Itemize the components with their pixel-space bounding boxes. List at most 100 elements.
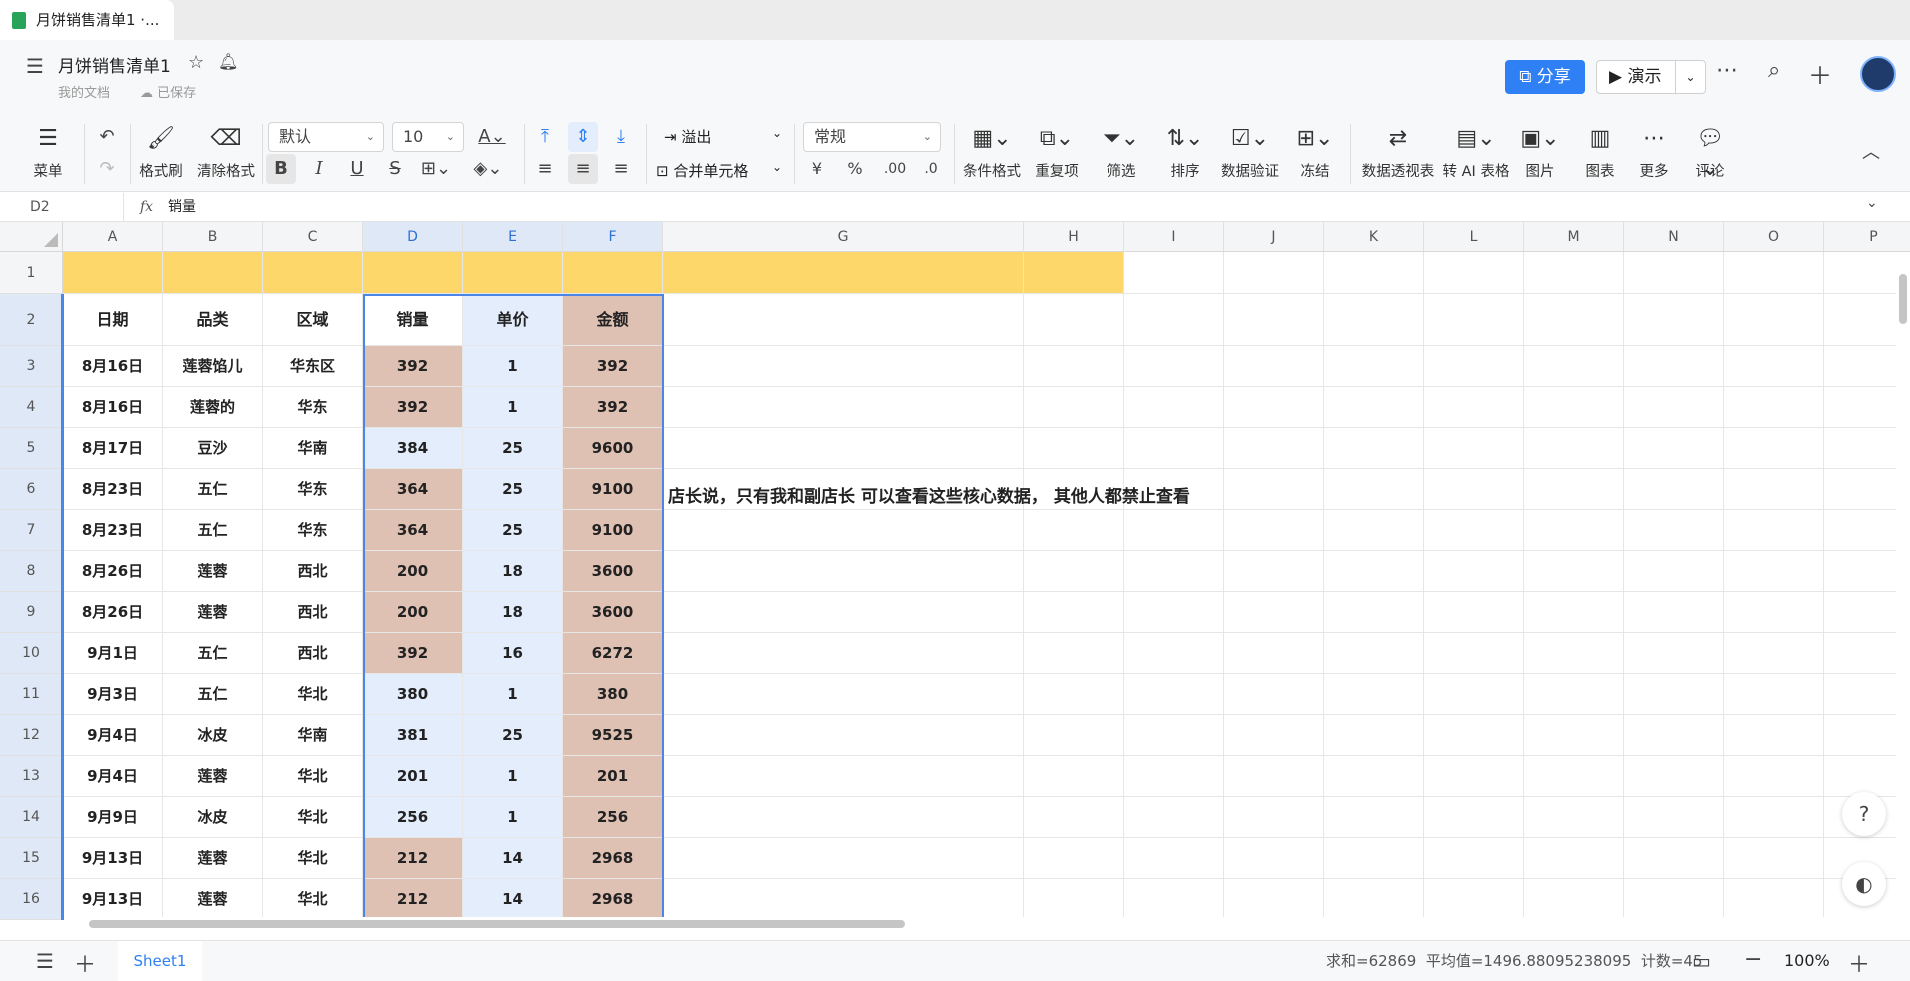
table-cell[interactable]	[1624, 294, 1724, 346]
align-middle-icon[interactable]: ⇕	[568, 122, 598, 152]
table-cell[interactable]	[1124, 294, 1224, 346]
table-cell[interactable]	[1624, 879, 1724, 920]
border-icon[interactable]: ⊞⌄	[416, 154, 456, 184]
table-cell[interactable]	[1124, 633, 1224, 674]
row-header[interactable]: 14	[0, 797, 63, 838]
table-cell[interactable]	[1224, 387, 1324, 428]
table-cell[interactable]	[1124, 551, 1224, 592]
table-cell[interactable]	[1024, 674, 1124, 715]
row-header[interactable]: 5	[0, 428, 63, 469]
column-header-h[interactable]: H	[1024, 222, 1124, 252]
table-cell[interactable]	[1024, 879, 1124, 920]
table-cell[interactable]	[1324, 715, 1424, 756]
italic-icon[interactable]: I	[304, 154, 334, 184]
table-cell[interactable]	[1724, 252, 1824, 294]
table-cell[interactable]	[163, 252, 263, 294]
font-color-icon[interactable]: A⌄	[472, 122, 512, 152]
table-cell[interactable]	[663, 674, 1024, 715]
search-icon[interactable]: ⌕	[1768, 58, 1780, 83]
table-cell[interactable]	[1124, 756, 1224, 797]
table-cell[interactable]	[1424, 252, 1524, 294]
clear-format-button[interactable]: ⌫ 清除格式	[196, 118, 256, 192]
table-cell[interactable]	[1624, 756, 1724, 797]
column-header-e[interactable]: E	[463, 222, 563, 252]
table-cell[interactable]	[1724, 592, 1824, 633]
row-header[interactable]: 12	[0, 715, 63, 756]
row-header[interactable]: 16	[0, 879, 63, 920]
table-cell[interactable]: 8月17日	[63, 428, 163, 469]
table-cell[interactable]	[663, 633, 1024, 674]
fill-color-icon[interactable]: ◈⌄	[468, 154, 508, 184]
table-cell[interactable]: 9月9日	[63, 797, 163, 838]
zoom-level[interactable]: 100%	[1784, 941, 1830, 981]
row-header[interactable]: 4	[0, 387, 63, 428]
avatar[interactable]	[1860, 56, 1896, 92]
table-cell[interactable]	[1324, 633, 1424, 674]
table-cell[interactable]	[1424, 469, 1524, 510]
table-cell[interactable]: 区域	[263, 294, 363, 346]
column-header-o[interactable]: O	[1724, 222, 1824, 252]
duplicates-button[interactable]: ⧉⌄ 重复项	[1030, 118, 1084, 192]
table-cell[interactable]	[1224, 294, 1324, 346]
table-cell[interactable]: 华东区	[263, 346, 363, 387]
table-cell[interactable]	[1024, 797, 1124, 838]
bold-icon[interactable]: B	[266, 154, 296, 184]
table-cell[interactable]: 8月26日	[63, 551, 163, 592]
decrease-decimal-button[interactable]: .0	[918, 154, 944, 184]
table-cell[interactable]	[463, 252, 563, 294]
vertical-scrollbar[interactable]	[1896, 252, 1910, 920]
table-cell[interactable]	[663, 551, 1024, 592]
row-header[interactable]: 8	[0, 551, 63, 592]
table-cell[interactable]	[1124, 879, 1224, 920]
table-cell[interactable]	[1524, 756, 1624, 797]
table-cell[interactable]	[1524, 469, 1624, 510]
column-header-l[interactable]: L	[1424, 222, 1524, 252]
table-cell[interactable]: 华东	[263, 387, 363, 428]
table-cell[interactable]	[663, 387, 1024, 428]
column-header-b[interactable]: B	[163, 222, 263, 252]
table-cell[interactable]	[663, 294, 1024, 346]
table-cell[interactable]	[1124, 510, 1224, 551]
table-cell[interactable]	[1124, 674, 1224, 715]
table-cell[interactable]	[1524, 252, 1624, 294]
table-cell[interactable]: 西北	[263, 592, 363, 633]
table-cell[interactable]	[663, 428, 1024, 469]
table-cell[interactable]	[1324, 838, 1424, 879]
table-cell[interactable]	[1324, 346, 1424, 387]
column-header-g[interactable]: G	[663, 222, 1024, 252]
select-all-corner[interactable]	[0, 222, 63, 252]
table-cell[interactable]	[1424, 838, 1524, 879]
table-cell[interactable]	[1324, 252, 1424, 294]
table-cell[interactable]	[1024, 510, 1124, 551]
table-cell[interactable]	[1024, 294, 1124, 346]
table-cell[interactable]: 8月26日	[63, 592, 163, 633]
redo-icon[interactable]: ↷	[92, 154, 122, 184]
table-cell[interactable]: 莲蓉	[163, 756, 263, 797]
table-cell[interactable]	[663, 346, 1024, 387]
number-format-select[interactable]: 常规 ⌄	[803, 122, 941, 152]
table-cell[interactable]	[1224, 715, 1324, 756]
table-cell[interactable]	[1724, 756, 1824, 797]
table-cell[interactable]	[1224, 633, 1324, 674]
table-cell[interactable]: 豆沙	[163, 428, 263, 469]
sort-button[interactable]: ⇅⌄ 排序	[1160, 118, 1210, 192]
table-cell[interactable]	[63, 252, 163, 294]
table-cell[interactable]: 华东	[263, 469, 363, 510]
merge-cells-button[interactable]: ⊡ 合并单元格 ⌄	[656, 160, 786, 181]
table-cell[interactable]	[1724, 879, 1824, 920]
horizontal-scroll-thumb[interactable]	[89, 920, 905, 928]
layout-icon[interactable]: ▭	[1692, 949, 1711, 973]
table-cell[interactable]	[1424, 510, 1524, 551]
chart-button[interactable]: ▥ 图表	[1580, 118, 1620, 192]
table-cell[interactable]	[1724, 715, 1824, 756]
table-cell[interactable]: 五仁	[163, 633, 263, 674]
table-cell[interactable]	[1024, 252, 1124, 294]
column-header-a[interactable]: A	[63, 222, 163, 252]
column-header-p[interactable]: P	[1824, 222, 1910, 252]
ai-table-button[interactable]: ▤⌄ 转 AI 表格	[1443, 118, 1510, 192]
currency-button[interactable]: ¥	[804, 154, 830, 184]
table-cell[interactable]: 冰皮	[163, 797, 263, 838]
percent-button[interactable]: %	[842, 154, 868, 184]
table-cell[interactable]: 9月13日	[63, 879, 163, 920]
table-cell[interactable]: 8月16日	[63, 387, 163, 428]
